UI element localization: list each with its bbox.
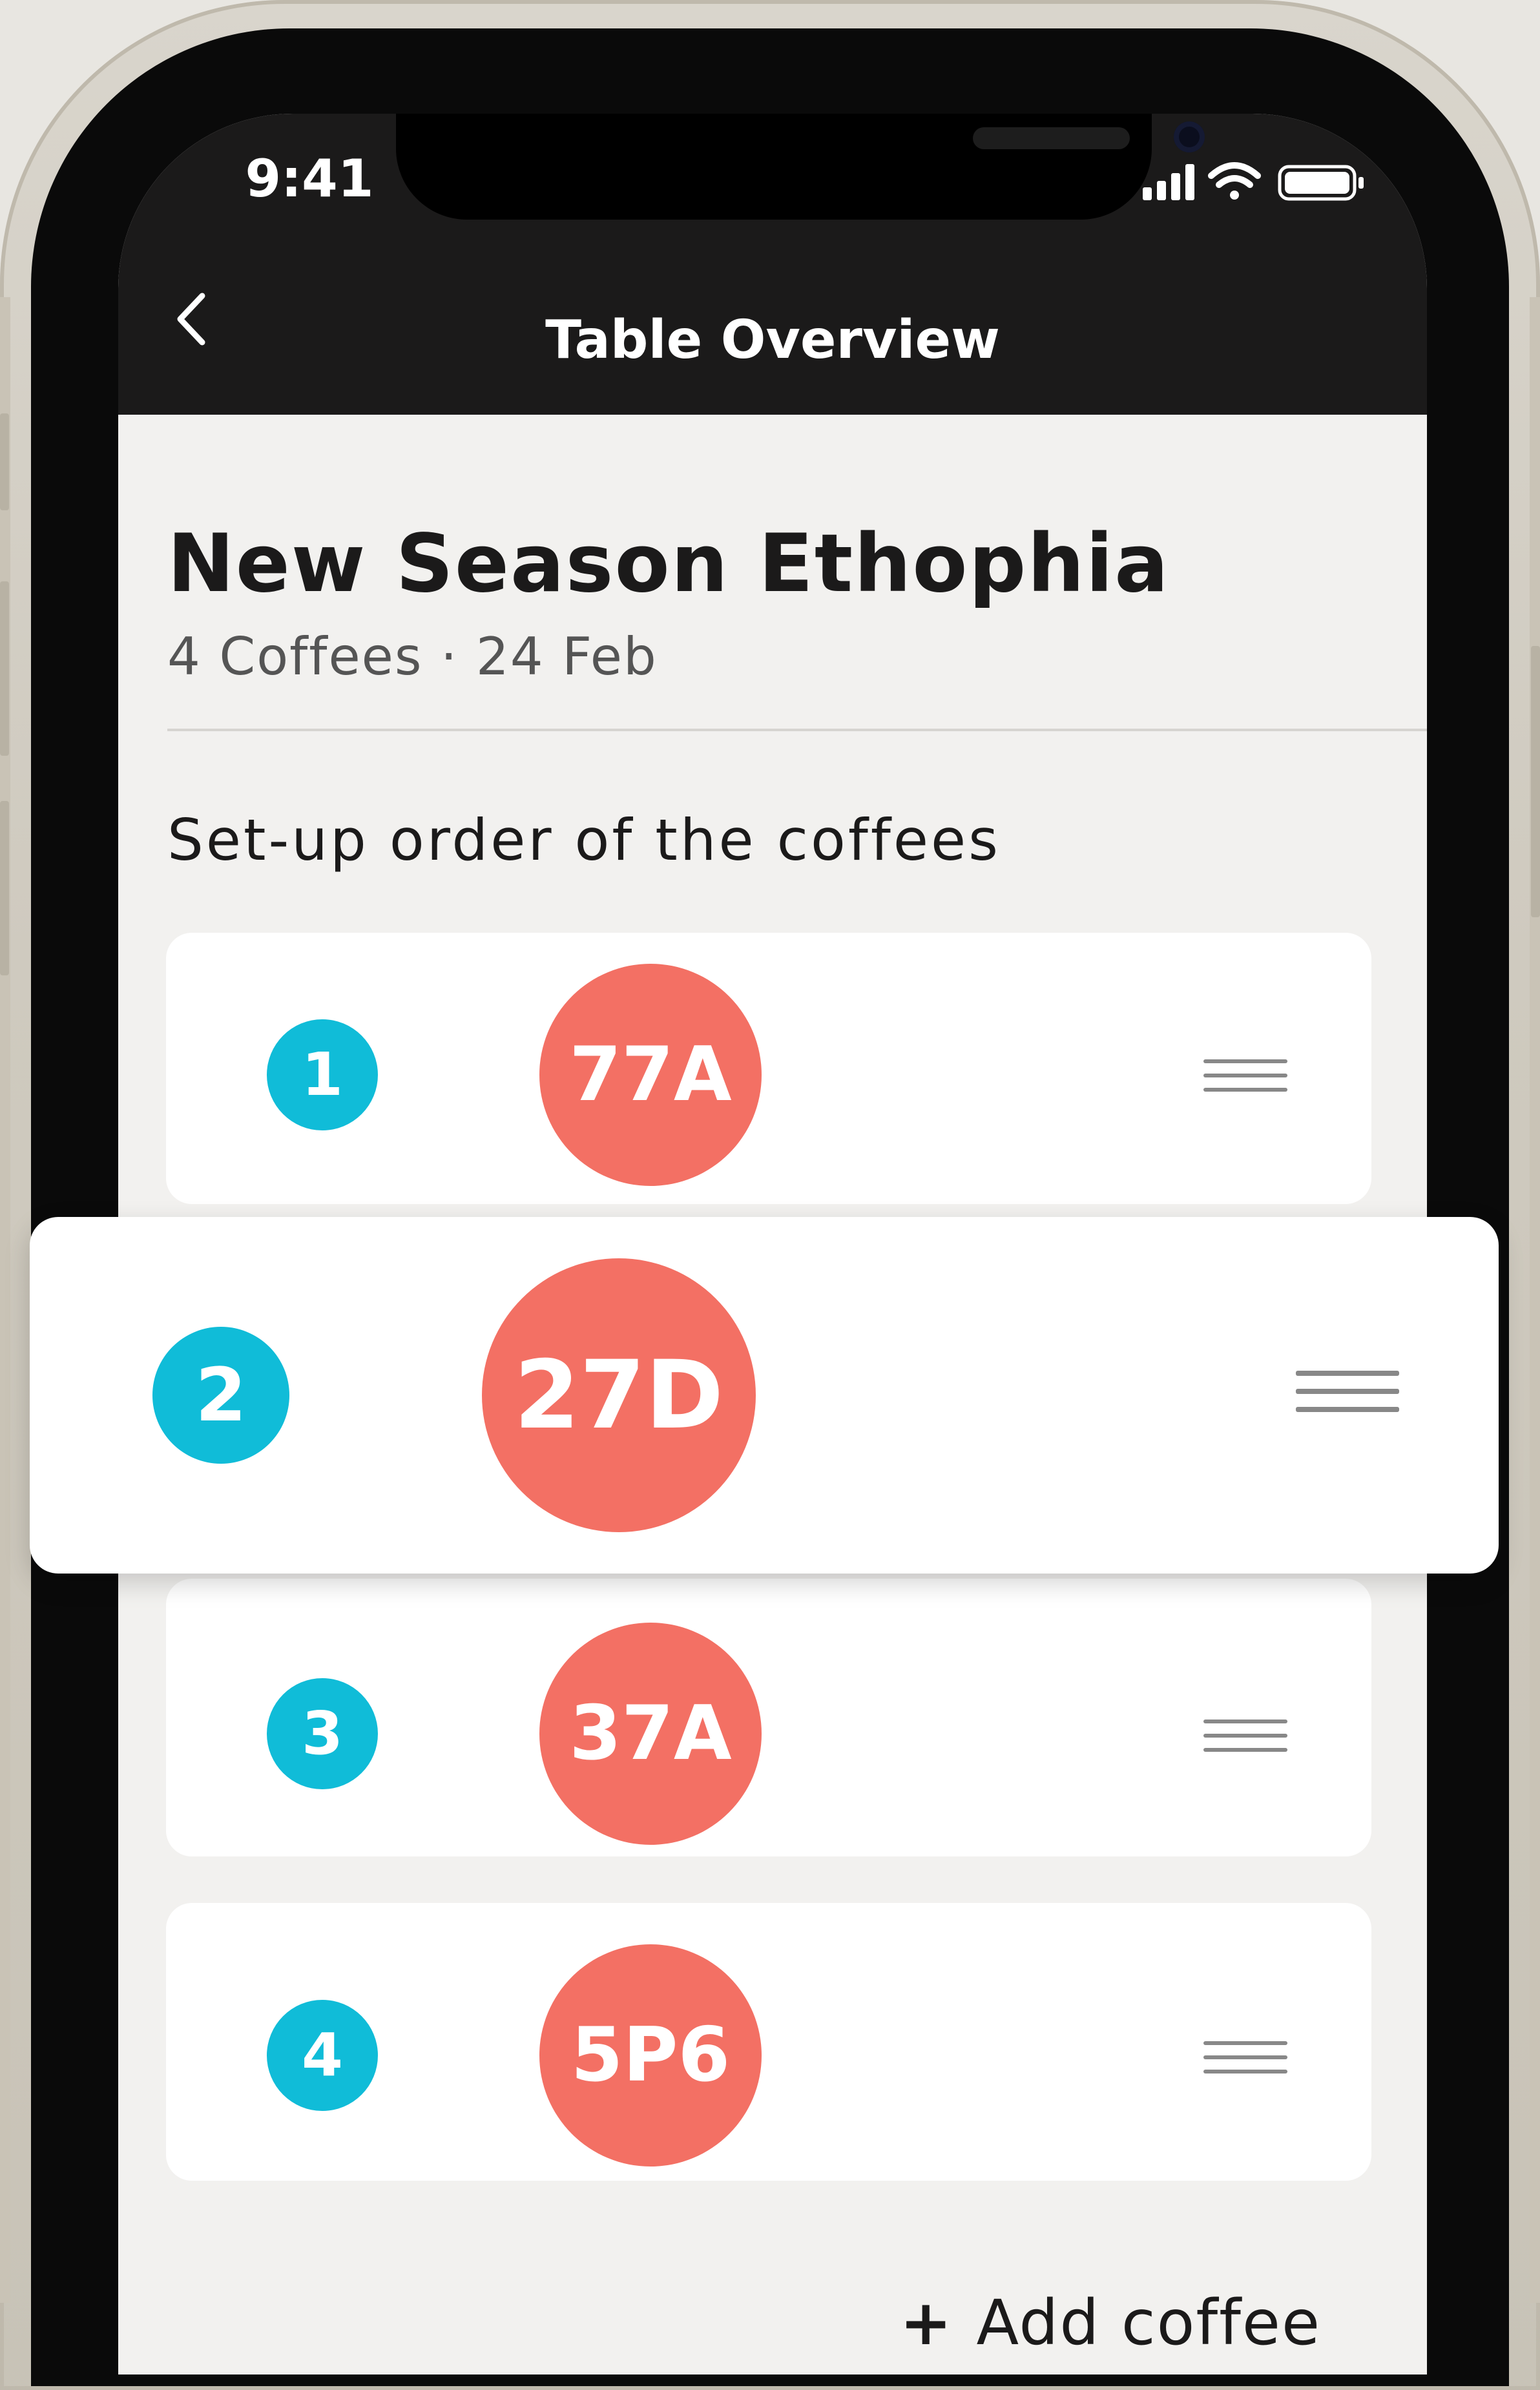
wifi-icon — [1208, 162, 1261, 200]
mute-switch — [0, 413, 9, 510]
drag-handle-icon[interactable] — [1296, 1371, 1399, 1422]
battery-icon — [1278, 165, 1364, 201]
volume-up-button — [0, 581, 9, 756]
coffee-code-badge: 37A — [539, 1623, 762, 1845]
side-button — [1531, 646, 1540, 917]
notch — [396, 114, 1205, 220]
status-time: 9:41 — [245, 149, 374, 209]
navigation-bar: 9:41 Table Overview — [118, 114, 1427, 415]
coffee-card-dragging[interactable]: 2 27D — [30, 1217, 1499, 1574]
status-icons — [1139, 159, 1384, 204]
coffee-card[interactable]: 1 77A — [166, 933, 1371, 1204]
order-badge: 1 — [267, 1019, 378, 1130]
page-title: Table Overview — [545, 309, 1000, 371]
order-badge: 2 — [152, 1327, 289, 1464]
add-coffee-label: Add coffee — [976, 2287, 1322, 2359]
cellular-signal-icon — [1143, 164, 1194, 200]
coffee-card[interactable]: 4 5P6 — [166, 1903, 1371, 2181]
phone-frame-right-edge — [1530, 297, 1540, 2303]
section-label: Set-up order of the coffees — [167, 807, 1001, 873]
drag-handle-icon[interactable] — [1203, 2041, 1287, 2083]
order-badge: 4 — [267, 2000, 378, 2111]
table-name: New Season Ethophia — [167, 517, 1170, 610]
divider — [167, 729, 1427, 731]
volume-down-button — [0, 801, 9, 975]
front-camera — [1174, 121, 1205, 152]
add-coffee-button[interactable]: + Add coffee — [900, 2271, 1417, 2374]
coffee-code-badge: 5P6 — [539, 1944, 762, 2167]
drag-handle-icon[interactable] — [1203, 1059, 1287, 1101]
order-badge: 3 — [267, 1678, 378, 1789]
speaker — [973, 127, 1130, 149]
plus-icon: + — [900, 2287, 953, 2359]
drag-handle-icon[interactable] — [1203, 1720, 1287, 1761]
table-meta: 4 Coffees · 24 Feb — [167, 627, 658, 687]
coffee-code-badge: 77A — [539, 964, 762, 1186]
coffee-code-badge: 27D — [482, 1258, 756, 1532]
coffee-card[interactable]: 3 37A — [166, 1579, 1371, 1856]
